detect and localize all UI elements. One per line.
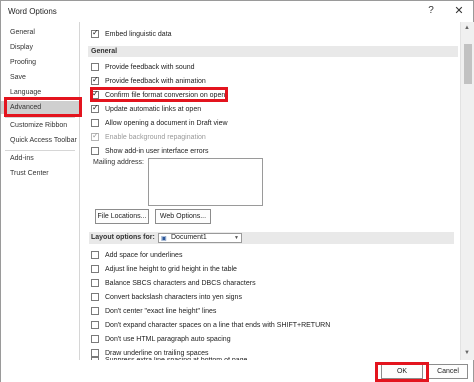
section-header-layout-options: Layout options for: ▣ Document1 ▼ xyxy=(89,232,454,244)
sidebar-item-proofing[interactable]: Proofing xyxy=(1,56,79,69)
option-label: Update automatic links at open xyxy=(105,105,202,113)
highlight-advanced xyxy=(4,97,82,117)
layout-options-label: Layout options for: xyxy=(91,234,155,241)
sidebar-item-customize-ribbon[interactable]: Customize Ribbon xyxy=(1,119,79,132)
checkbox[interactable] xyxy=(91,293,99,301)
title-bar: Word Options ? ✕ xyxy=(1,1,473,22)
option-label: Enable background repagination xyxy=(105,133,206,141)
checkbox[interactable] xyxy=(91,307,99,315)
close-icon[interactable]: ✕ xyxy=(452,4,466,18)
option-embed-linguistic-data[interactable]: Embed linguistic data xyxy=(91,28,172,40)
sidebar-item-save[interactable]: Save xyxy=(1,71,79,84)
layout-option[interactable]: Don't expand character spaces on a line … xyxy=(91,319,330,331)
option-feedback-animation[interactable]: Provide feedback with animation xyxy=(91,75,206,87)
option-label: Show add-in user interface errors xyxy=(105,147,209,155)
layout-option[interactable]: Don't center "exact line height" lines xyxy=(91,305,216,317)
option-update-links[interactable]: Update automatic links at open xyxy=(91,103,201,115)
checkbox[interactable] xyxy=(91,103,99,113)
checkbox[interactable] xyxy=(91,147,99,155)
highlight-ok xyxy=(375,362,429,382)
checkbox[interactable] xyxy=(91,335,99,343)
word-document-icon: ▣ xyxy=(161,236,167,242)
chevron-down-icon: ▼ xyxy=(234,235,239,241)
highlight-confirm-conversion xyxy=(90,87,228,102)
file-locations-button[interactable]: File Locations... xyxy=(95,209,149,224)
option-label: Balance SBCS characters and DBCS charact… xyxy=(105,279,256,287)
sidebar-item-general[interactable]: General xyxy=(1,26,79,39)
help-icon[interactable]: ? xyxy=(424,4,438,18)
checkbox[interactable] xyxy=(91,119,99,127)
option-label: Provide feedback with sound xyxy=(105,63,195,71)
sidebar-divider xyxy=(5,150,75,151)
checkbox[interactable] xyxy=(91,349,99,357)
option-feedback-sound[interactable]: Provide feedback with sound xyxy=(91,61,195,73)
sidebar-divider xyxy=(5,117,75,118)
document-select[interactable]: ▣ Document1 ▼ xyxy=(158,233,242,243)
layout-option[interactable]: Balance SBCS characters and DBCS charact… xyxy=(91,277,256,289)
option-label: Don't center "exact line height" lines xyxy=(105,307,217,315)
scroll-up-icon[interactable]: ▲ xyxy=(464,25,470,31)
option-label: Add space for underlines xyxy=(105,251,183,259)
cancel-button[interactable]: Cancel xyxy=(428,364,468,379)
layout-option[interactable]: Convert backslash characters into yen si… xyxy=(91,291,242,303)
checkbox[interactable] xyxy=(91,279,99,287)
option-label: Adjust line height to grid height in the… xyxy=(105,265,237,273)
checkbox[interactable] xyxy=(91,75,99,85)
layout-option[interactable]: Add space for underlines xyxy=(91,249,182,261)
layout-option[interactable]: Adjust line height to grid height in the… xyxy=(91,263,237,275)
checkbox[interactable] xyxy=(91,63,99,71)
option-label: Draw underline on trailing spaces xyxy=(105,349,209,357)
web-options-button[interactable]: Web Options... xyxy=(155,209,211,224)
layout-option[interactable]: Don't use HTML paragraph auto spacing xyxy=(91,333,231,345)
option-label: Allow opening a document in Draft view xyxy=(105,119,228,127)
mailing-address-label: Mailing address: xyxy=(93,159,144,166)
scrollbar-thumb[interactable] xyxy=(464,44,472,84)
option-label: Convert backslash characters into yen si… xyxy=(105,293,242,301)
sidebar-item-trust-center[interactable]: Trust Center xyxy=(1,167,79,180)
sidebar-item-display[interactable]: Display xyxy=(1,41,79,54)
mailing-address-input[interactable] xyxy=(148,158,263,206)
checkbox[interactable] xyxy=(91,321,99,329)
document-select-value: Document1 xyxy=(171,234,207,241)
checkbox[interactable] xyxy=(91,265,99,273)
checkbox[interactable] xyxy=(91,251,99,259)
options-scrollbar[interactable]: ▲ ▼ xyxy=(460,22,474,360)
option-label: Embed linguistic data xyxy=(105,30,172,38)
dialog-title: Word Options xyxy=(8,7,57,16)
sidebar: General Display Proofing Save Language A… xyxy=(1,22,80,360)
option-label: Don't expand character spaces on a line … xyxy=(105,321,331,329)
option-addin-errors[interactable]: Show add-in user interface errors xyxy=(91,145,209,157)
option-draft-view[interactable]: Allow opening a document in Draft view xyxy=(91,117,228,129)
section-header-general: General xyxy=(88,46,458,57)
sidebar-item-add-ins[interactable]: Add-ins xyxy=(1,152,79,165)
sidebar-item-quick-access-toolbar[interactable]: Quick Access Toolbar xyxy=(1,134,79,147)
option-label: Don't use HTML paragraph auto spacing xyxy=(105,335,231,343)
option-background-repagination: Enable background repagination xyxy=(91,131,206,143)
scroll-down-icon[interactable]: ▼ xyxy=(464,350,470,356)
option-label: Provide feedback with animation xyxy=(105,77,206,85)
word-options-dialog: Word Options ? ✕ General Display Proofin… xyxy=(0,0,474,382)
checkbox[interactable] xyxy=(91,28,99,38)
checkbox xyxy=(91,131,99,141)
